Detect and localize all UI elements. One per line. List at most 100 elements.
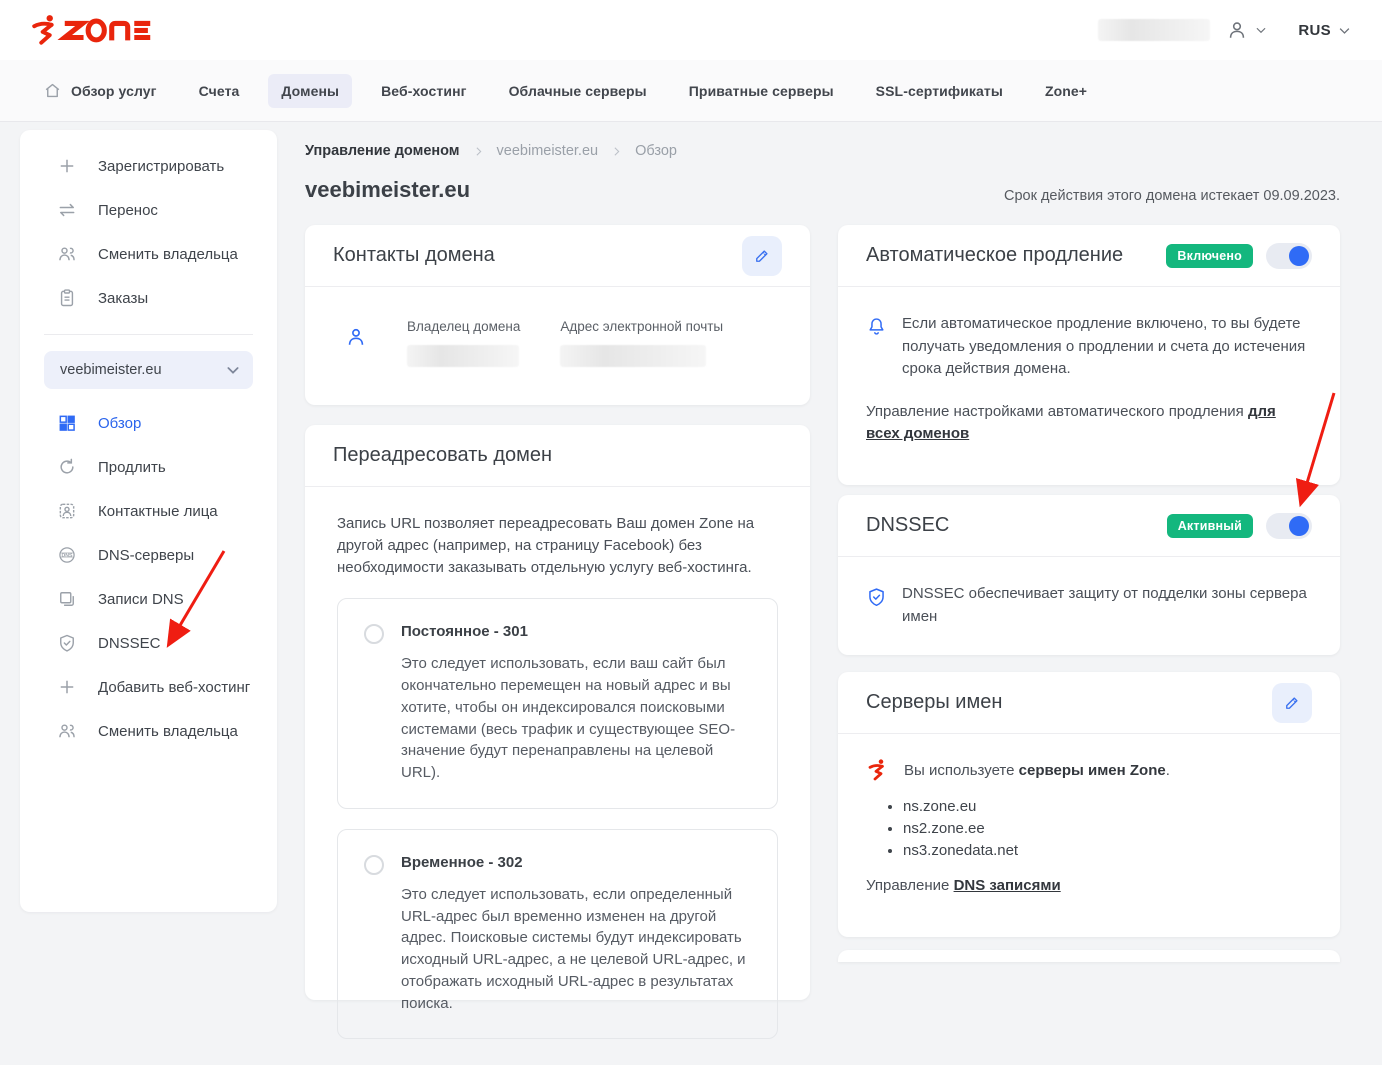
nameservers-intro: Вы используете серверы имен Zone.	[904, 762, 1170, 779]
users-icon	[57, 721, 77, 741]
redirect-option-302: Временное - 302 Это следует использовать…	[337, 829, 778, 1040]
dnssec-toggle[interactable]	[1266, 513, 1312, 539]
nav-item-zone-plus[interactable]: Zone+	[1032, 74, 1100, 108]
nav-item-ssl[interactable]: SSL-сертификаты	[863, 74, 1016, 108]
sidebar-item-transfer[interactable]: Перенос	[20, 188, 277, 232]
home-icon	[43, 81, 62, 100]
sidebar-item-dnssec[interactable]: DNSSEC	[20, 621, 277, 665]
nav-item-domains[interactable]: Домены	[268, 74, 352, 108]
redacted-username	[1098, 19, 1210, 41]
users-icon	[57, 244, 77, 264]
sidebar-item-orders[interactable]: Заказы	[20, 276, 277, 320]
redirect-description: Запись URL позволяет переадресовать Ваш …	[337, 513, 778, 578]
sidebar-item-contacts[interactable]: Контактные лица	[20, 489, 277, 533]
card-title: Контакты домена	[333, 244, 495, 267]
radio-302[interactable]	[364, 855, 384, 875]
main-nav: Обзор услуг Счета Домены Веб-хостинг Обл…	[0, 60, 1382, 122]
chevron-right-icon	[472, 145, 485, 158]
auto-renewal-manage-line: Управление настройками автоматического п…	[838, 381, 1340, 446]
edit-contacts-button[interactable]	[742, 236, 782, 276]
email-label: Адрес электронной почты	[560, 319, 723, 334]
pencil-icon	[753, 247, 771, 265]
sidebar-divider	[44, 334, 253, 335]
dnssec-description: DNSSEC обеспечивает защиту от подделки з…	[902, 583, 1312, 628]
sidebar-item-register[interactable]: Зарегистрировать	[20, 144, 277, 188]
redirect-option-301: Постоянное - 301 Это следует использоват…	[337, 598, 778, 809]
breadcrumb-overview: Обзор	[635, 143, 677, 159]
domain-select[interactable]: veebimeister.eu	[44, 351, 253, 389]
status-badge: Активный	[1167, 514, 1253, 538]
nav-item-invoices[interactable]: Счета	[186, 74, 253, 108]
breadcrumb-domain[interactable]: veebimeister.eu	[497, 143, 599, 159]
sidebar: Зарегистрировать Перенос Сменить владель…	[20, 130, 277, 912]
user-icon	[345, 325, 367, 367]
status-badge: Включено	[1166, 244, 1253, 268]
breadcrumb-domain-management[interactable]: Управление доменом	[305, 143, 460, 159]
contact-card-icon	[57, 501, 77, 521]
nav-item-private-servers[interactable]: Приватные серверы	[676, 74, 847, 108]
language-selector[interactable]: RUS	[1298, 22, 1352, 39]
edit-nameservers-button[interactable]	[1272, 683, 1312, 723]
sidebar-item-dns-servers[interactable]: DNS DNS-серверы	[20, 533, 277, 577]
svg-text:DNS: DNS	[62, 553, 73, 559]
auto-renewal-card: Автоматическое продление Включено Если а…	[838, 225, 1340, 485]
sidebar-item-change-owner-2[interactable]: Сменить владельца	[20, 709, 277, 753]
language-label: RUS	[1298, 22, 1331, 39]
plus-icon	[57, 677, 77, 697]
page-title: veebimeister.eu	[305, 177, 470, 203]
sidebar-item-add-webhosting[interactable]: Добавить веб-хостинг	[20, 665, 277, 709]
owner-label: Владелец домена	[407, 319, 520, 334]
zone-logo[interactable]	[30, 13, 154, 47]
account-menu[interactable]	[1226, 19, 1268, 41]
redacted-email-value	[560, 345, 706, 367]
chevron-down-icon	[225, 362, 241, 378]
zone-runner-icon	[34, 15, 53, 43]
grid-icon	[57, 413, 77, 433]
auto-renewal-toggle[interactable]	[1266, 243, 1312, 269]
nameserver-item: ns3.zonedata.net	[903, 842, 1312, 859]
chevron-down-icon	[1337, 23, 1352, 38]
shield-check-icon	[57, 633, 77, 653]
card-title: Автоматическое продление	[866, 244, 1123, 267]
dns-globe-icon: DNS	[57, 545, 77, 565]
dnssec-card: DNSSEC Активный DNSSEC обеспечивает защи…	[838, 495, 1340, 655]
zone-runner-icon	[866, 758, 888, 782]
nameserver-item: ns2.zone.ee	[903, 820, 1312, 837]
option-302-description: Это следует использовать, если определен…	[401, 884, 751, 1015]
next-card-sliver	[838, 950, 1340, 962]
chevron-right-icon	[610, 145, 623, 158]
domain-contacts-card: Контакты домена Владелец домена Адрес эл…	[305, 225, 810, 405]
records-icon	[57, 589, 77, 609]
top-header: RUS	[0, 0, 1382, 60]
card-title: DNSSEC	[866, 514, 949, 537]
sidebar-item-change-owner[interactable]: Сменить владельца	[20, 232, 277, 276]
redacted-owner-value	[407, 345, 519, 367]
option-301-label[interactable]: Постоянное - 301	[401, 623, 751, 640]
bell-icon	[866, 316, 887, 381]
plus-icon	[57, 156, 77, 176]
nameserver-list: ns.zone.eu ns2.zone.ee ns3.zonedata.net	[866, 798, 1312, 859]
radio-301[interactable]	[364, 624, 384, 644]
card-title: Переадресовать домен	[333, 444, 552, 467]
option-301-description: Это следует использовать, если ваш сайт …	[401, 653, 751, 784]
nav-item-webhosting[interactable]: Веб-хостинг	[368, 74, 479, 108]
shield-check-icon	[866, 586, 887, 628]
pencil-icon	[1283, 694, 1301, 712]
redirect-domain-card: Переадресовать домен Запись URL позволяе…	[305, 425, 810, 1000]
transfer-icon	[57, 200, 77, 220]
option-302-label[interactable]: Временное - 302	[401, 854, 751, 871]
chevron-down-icon	[1254, 23, 1268, 37]
user-icon	[1226, 19, 1248, 41]
domain-expiry-note: Срок действия этого домена истекает 09.0…	[1004, 188, 1340, 204]
nameservers-manage-line: Управление DNS записями	[866, 877, 1312, 894]
nav-item-services[interactable]: Обзор услуг	[30, 72, 170, 109]
nameserver-item: ns.zone.eu	[903, 798, 1312, 815]
sidebar-item-renew[interactable]: Продлить	[20, 445, 277, 489]
dns-records-link[interactable]: DNS записями	[954, 877, 1061, 894]
card-title: Серверы имен	[866, 691, 1002, 714]
sidebar-item-overview[interactable]: Обзор	[20, 401, 277, 445]
nav-item-cloud-servers[interactable]: Облачные серверы	[496, 74, 660, 108]
sidebar-item-dns-records[interactable]: Записи DNS	[20, 577, 277, 621]
clipboard-icon	[57, 288, 77, 308]
breadcrumb: Управление доменом veebimeister.eu Обзор	[305, 143, 677, 159]
